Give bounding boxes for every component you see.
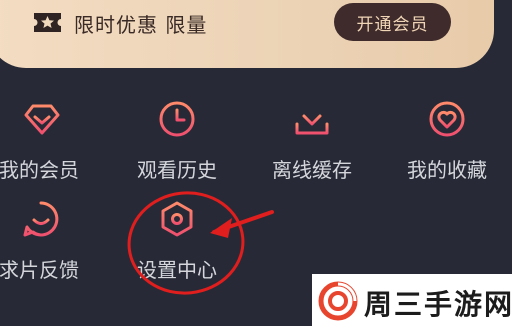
star-ticket-icon xyxy=(34,13,61,32)
menu-label-request-feedback: 求片反馈 xyxy=(0,258,79,282)
menu-label-settings-center: 设置中心 xyxy=(137,258,217,282)
promo-text: 限时优惠 限量 xyxy=(74,13,208,37)
menu-item-my-membership[interactable]: 我的会员 xyxy=(0,100,119,200)
watermark-logo-icon xyxy=(318,281,358,321)
menu-item-offline-cache[interactable]: 离线缓存 xyxy=(252,100,372,200)
site-watermark: 周三手游网 xyxy=(312,274,512,326)
menu-label-my-membership: 我的会员 xyxy=(0,158,79,182)
menu-label-offline-cache: 离线缓存 xyxy=(272,158,352,182)
diamond-icon xyxy=(24,104,60,135)
hexagon-settings-icon xyxy=(161,201,193,237)
menu-item-request-feedback[interactable]: 求片反馈 xyxy=(0,200,119,300)
menu-item-my-favorites[interactable]: 我的收藏 xyxy=(387,100,507,200)
smile-chat-icon xyxy=(23,201,59,237)
watermark-text: 周三手游网 xyxy=(364,288,512,321)
heart-icon xyxy=(429,101,465,137)
vip-promo-banner[interactable]: 限时优惠 限量 开通会员 xyxy=(0,0,494,68)
download-icon xyxy=(295,101,329,135)
menu-item-settings-center[interactable]: 设置中心 xyxy=(117,200,237,300)
menu-item-watch-history[interactable]: 观看历史 xyxy=(117,100,237,200)
menu-label-my-favorites: 我的收藏 xyxy=(407,158,487,182)
clock-icon xyxy=(159,101,195,137)
menu-label-watch-history: 观看历史 xyxy=(137,158,217,182)
open-vip-button[interactable]: 开通会员 xyxy=(334,3,451,41)
